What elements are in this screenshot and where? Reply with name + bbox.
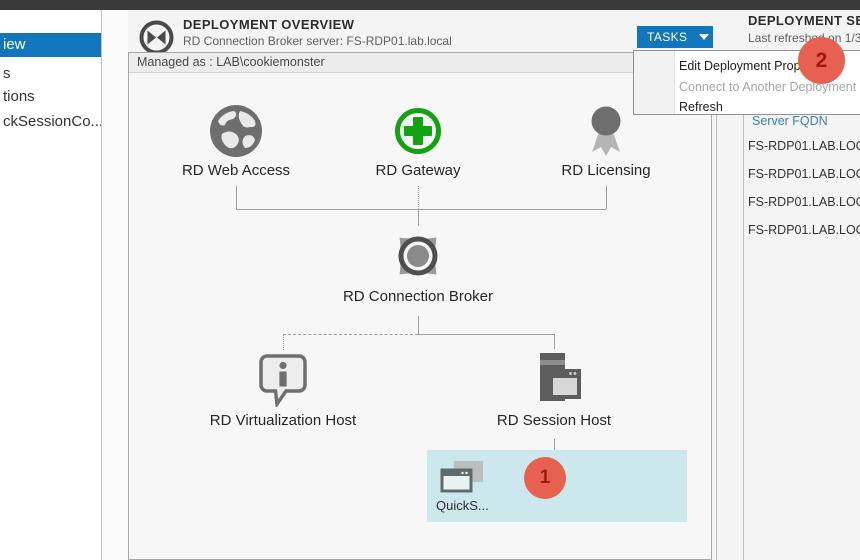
add-gateway-icon — [394, 107, 442, 155]
managed-as-bar: Managed as : LAB\cookiemonster — [129, 53, 711, 73]
connector-licensing-down — [606, 186, 607, 209]
connector-to-broker — [418, 209, 419, 226]
connector-shost-down — [554, 334, 555, 349]
rd-connection-broker-label: RD Connection Broker — [308, 288, 528, 305]
sidebar-gutter — [102, 10, 128, 560]
medal-icon — [588, 106, 624, 158]
rd-gateway-node[interactable] — [394, 107, 442, 160]
rd-web-access-node[interactable] — [209, 104, 263, 163]
rd-virtualization-host-node[interactable] — [257, 353, 309, 412]
collection-windows-icon — [439, 461, 485, 502]
rd-licensing-label: RD Licensing — [496, 162, 716, 179]
annotation-badge-2: 2 — [798, 37, 845, 84]
tasks-button-label: TASKS — [647, 30, 687, 44]
server-row[interactable]: FS-RDP01.LAB.LOCAL — [748, 223, 860, 237]
server-row[interactable]: FS-RDP01.LAB.LOCAL — [748, 139, 860, 153]
connector-bottom-left-dashed — [283, 334, 418, 335]
server-row[interactable]: FS-RDP01.LAB.LOCAL — [748, 195, 860, 209]
connector-vhost-down-dotted — [283, 334, 284, 350]
servers-panel-border — [743, 115, 744, 560]
deployment-overview-icon — [138, 19, 175, 56]
tiles-divider — [716, 52, 717, 560]
deployment-servers-title: DEPLOYMENT SERVERS — [748, 13, 860, 28]
rd-connection-broker-node[interactable] — [382, 228, 454, 289]
rd-licensing-node[interactable] — [588, 106, 624, 163]
tasks-button[interactable]: TASKS — [637, 26, 713, 48]
sidebar-item-servers[interactable]: s — [0, 63, 101, 85]
menu-item-refresh[interactable]: Refresh — [679, 97, 859, 117]
connector-web-down — [236, 186, 237, 209]
broker-arrows-icon — [382, 228, 454, 284]
window-top-bar — [0, 0, 860, 10]
server-row[interactable]: FS-RDP01.LAB.LOCAL — [748, 167, 860, 181]
connector-bottom-right — [418, 334, 554, 335]
menu-icon-gutter — [634, 51, 675, 114]
deployment-overview-title: DEPLOYMENT OVERVIEW — [183, 17, 354, 32]
connector-broker-down — [418, 316, 419, 334]
sidebar-item-collections[interactable]: tions — [0, 86, 101, 108]
connector-to-collection — [554, 439, 555, 450]
globe-icon — [209, 104, 263, 158]
rd-virtualization-host-label: RD Virtualization Host — [173, 412, 393, 429]
rd-gateway-label: RD Gateway — [308, 162, 528, 179]
collection-label: QuickS... — [436, 498, 489, 513]
session-host-icon — [527, 351, 581, 409]
rd-session-host-label: RD Session Host — [444, 412, 664, 429]
sidebar-item-quicksessioncollection[interactable]: ckSessionCo... — [0, 111, 101, 133]
info-bubble-icon — [257, 353, 309, 407]
chevron-down-icon — [699, 34, 709, 40]
sidebar-item-overview[interactable]: iew — [0, 33, 101, 57]
connector-gateway-down-dotted — [418, 186, 419, 209]
deployment-overview-subtitle: RD Connection Broker server: FS-RDP01.la… — [183, 34, 452, 48]
rd-session-host-node[interactable] — [527, 351, 581, 414]
annotation-badge-1: 1 — [524, 457, 566, 499]
connector-top-horizontal — [236, 209, 606, 210]
sidebar: iew s tions ckSessionCo... — [0, 10, 102, 560]
